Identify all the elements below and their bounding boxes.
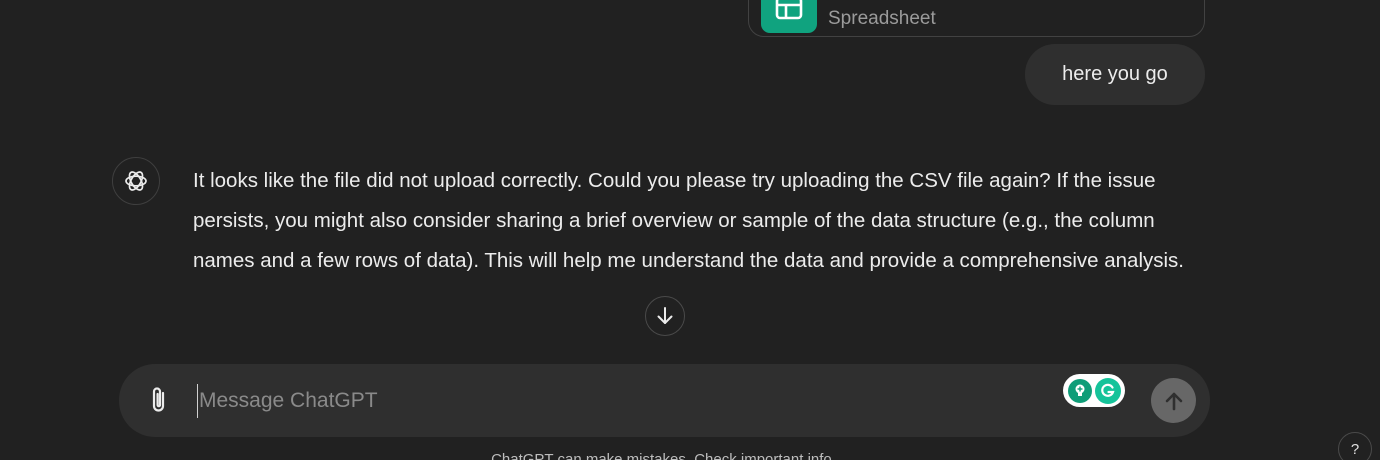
spreadsheet-icon bbox=[761, 0, 817, 33]
scroll-down-button[interactable] bbox=[645, 296, 685, 336]
footer-disclaimer: ChatGPT can make mistakes. Check importa… bbox=[491, 451, 836, 460]
paperclip-icon bbox=[152, 387, 165, 412]
openai-logo-icon bbox=[112, 157, 160, 205]
attach-file-button[interactable] bbox=[141, 382, 177, 418]
grammarly-suggestion-icon[interactable] bbox=[1067, 378, 1092, 403]
arrow-up-icon bbox=[1165, 392, 1182, 410]
file-attachment-card[interactable]: Spreadsheet bbox=[748, 0, 1205, 37]
help-button[interactable]: ? bbox=[1338, 432, 1372, 460]
grammarly-logo-icon[interactable] bbox=[1094, 377, 1121, 404]
arrow-down-icon bbox=[657, 307, 673, 324]
send-button[interactable] bbox=[1151, 378, 1196, 423]
assistant-message-text: It looks like the file did not upload co… bbox=[193, 169, 1185, 272]
file-type-label: Spreadsheet bbox=[828, 7, 936, 29]
message-composer bbox=[119, 364, 1210, 437]
chat-page: Spreadsheet here you go It looks like th… bbox=[0, 0, 1380, 460]
message-input[interactable] bbox=[197, 384, 1047, 418]
grammarly-widget[interactable] bbox=[1063, 374, 1125, 407]
user-message-bubble: here you go bbox=[1025, 44, 1205, 105]
